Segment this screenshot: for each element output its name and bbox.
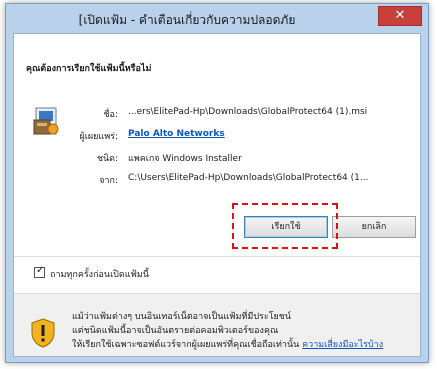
risk-link[interactable]: ความเสี่ยงมีอะไรบ้าง bbox=[302, 340, 383, 350]
warning-footer: แม้ว่าแฟ้มต่างๆ บนอินเทอร์เน็ตอาจเป็นแฟ้… bbox=[14, 294, 420, 356]
field-type-value: แพคเกจ Windows Installer bbox=[128, 154, 242, 164]
field-type-label: ชนิด: bbox=[96, 154, 118, 164]
warning-line-2: แต่ชนิดแฟ้มนี้อาจเป็นอันตรายต่อคอมพิวเตอ… bbox=[72, 326, 279, 336]
run-button-highlight bbox=[232, 203, 338, 249]
field-from-value: C:\Users\ElitePad-Hp\Downloads\GlobalPro… bbox=[128, 173, 369, 183]
window-title: [เปิดแฟ้ม - คำเตือนเกี่ยวกับความปลอดภัย bbox=[78, 13, 296, 27]
title-bar[interactable]: [เปิดแฟ้ม - คำเตือนเกี่ยวกับความปลอดภัย … bbox=[6, 4, 428, 32]
field-name-value: ...ers\ElitePad-Hp\Downloads\GlobalProte… bbox=[128, 107, 368, 117]
close-button[interactable]: ✕ bbox=[378, 6, 422, 26]
checkmark-icon: ✓ bbox=[36, 265, 45, 276]
dialog-body: คุณต้องการเรียกใช้แฟ้มนี้หรือไม่ ชื่อ: .… bbox=[13, 33, 421, 357]
close-icon: ✕ bbox=[394, 8, 406, 23]
security-warning-window: [เปิดแฟ้ม - คำเตือนเกี่ยวกับความปลอดภัย … bbox=[5, 3, 429, 363]
field-name-label: ชื่อ: bbox=[103, 110, 118, 120]
field-from-label: จาก: bbox=[99, 176, 118, 186]
ask-every-time-label[interactable]: ถามทุกครั้งก่อนเปิดแฟ้มนี้ bbox=[50, 267, 149, 281]
warning-line-3-text: ให้เรียกใช้เฉพาะซอฟต์แวร์จากผู้เผยแพร่ที… bbox=[72, 340, 300, 350]
divider bbox=[14, 256, 420, 257]
warning-line-1: แม้ว่าแฟ้มต่างๆ บนอินเทอร์เน็ตอาจเป็นแฟ้… bbox=[72, 312, 292, 322]
warning-line-3: ให้เรียกใช้เฉพาะซอฟต์แวร์จากผู้เผยแพร่ที… bbox=[72, 338, 383, 352]
ask-every-time-checkbox[interactable]: ✓ bbox=[34, 265, 45, 278]
field-publisher-label: ผู้เผยแพร่: bbox=[79, 132, 119, 142]
publisher-link[interactable]: Palo Alto Networks bbox=[128, 129, 225, 139]
cancel-button[interactable]: ยกเลิก bbox=[332, 216, 416, 238]
run-question: คุณต้องการเรียกใช้แฟ้มนี้หรือไม่ bbox=[26, 64, 152, 74]
shield-warning-icon bbox=[31, 318, 55, 348]
